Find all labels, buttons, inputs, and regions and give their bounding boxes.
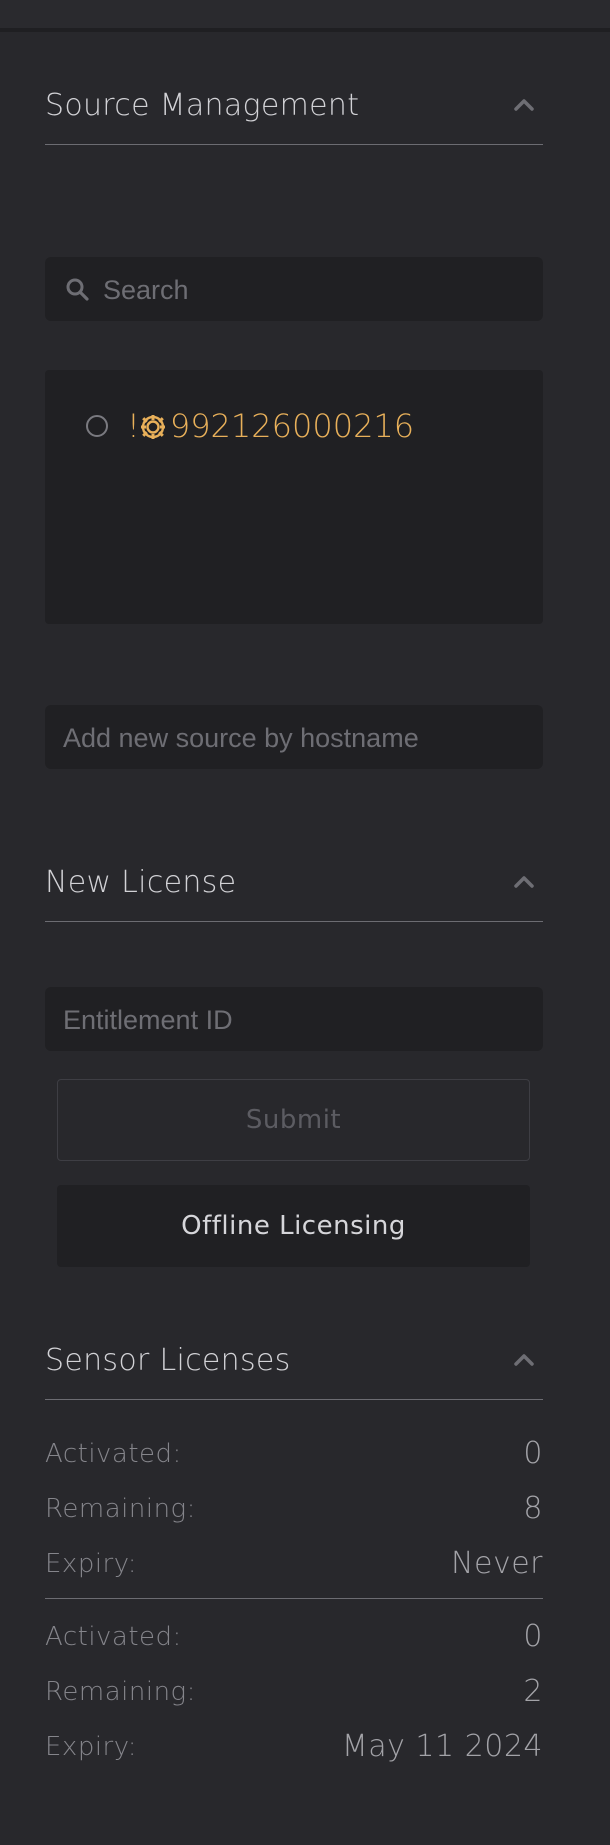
source-management-title: Source Management bbox=[45, 88, 360, 123]
expiry-value: Never bbox=[451, 1546, 543, 1581]
entitlement-input[interactable] bbox=[61, 987, 535, 1053]
new-license-header[interactable]: New License bbox=[45, 865, 543, 922]
chevron-up-icon[interactable] bbox=[513, 871, 535, 893]
expiry-label: Expiry: bbox=[45, 1732, 137, 1762]
expiry-value: May 11 2024 bbox=[341, 1729, 543, 1764]
license-divider bbox=[45, 1598, 543, 1599]
gear-icon bbox=[140, 415, 165, 439]
license-remaining-row: Remaining: 8 bbox=[45, 1489, 543, 1529]
activated-value: 0 bbox=[523, 1619, 543, 1654]
license-remaining-row: Remaining: 2 bbox=[45, 1672, 543, 1712]
license-expiry-row: Expiry: May 11 2024 bbox=[45, 1727, 543, 1767]
source-label[interactable]: ! 992126000216 bbox=[127, 404, 414, 448]
new-license-title: New License bbox=[45, 865, 237, 900]
offline-licensing-button[interactable]: Offline Licensing bbox=[57, 1185, 530, 1267]
add-source-input[interactable] bbox=[61, 705, 535, 771]
license-activated-row: Activated: 0 bbox=[45, 1434, 543, 1474]
search-input[interactable] bbox=[101, 257, 525, 323]
warning-prefix: ! bbox=[127, 407, 140, 445]
license-activated-row: Activated: 0 bbox=[45, 1617, 543, 1657]
remaining-value: 8 bbox=[523, 1491, 543, 1526]
activated-label: Activated: bbox=[45, 1622, 182, 1652]
source-name: 992126000216 bbox=[169, 407, 415, 445]
source-list: ! 992126000216 bbox=[45, 370, 543, 624]
chevron-up-icon[interactable] bbox=[513, 1349, 535, 1371]
source-management-header[interactable]: Source Management bbox=[45, 88, 543, 145]
activated-label: Activated: bbox=[45, 1439, 182, 1469]
expiry-label: Expiry: bbox=[45, 1549, 137, 1579]
remaining-value: 2 bbox=[523, 1674, 543, 1709]
remaining-label: Remaining: bbox=[45, 1494, 196, 1524]
search-field[interactable] bbox=[45, 257, 543, 323]
add-source-field[interactable] bbox=[45, 705, 543, 771]
submit-button[interactable]: Submit bbox=[57, 1079, 530, 1161]
license-expiry-row: Expiry: Never bbox=[45, 1544, 543, 1584]
sensor-licenses-title: Sensor Licenses bbox=[45, 1343, 291, 1378]
search-icon bbox=[66, 278, 89, 301]
activated-value: 0 bbox=[523, 1436, 543, 1471]
chevron-up-icon[interactable] bbox=[513, 94, 535, 116]
top-bar bbox=[0, 0, 610, 32]
sensor-licenses-header[interactable]: Sensor Licenses bbox=[45, 1343, 543, 1400]
entitlement-field[interactable] bbox=[45, 987, 543, 1053]
remaining-label: Remaining: bbox=[45, 1677, 196, 1707]
source-radio[interactable] bbox=[86, 415, 108, 437]
